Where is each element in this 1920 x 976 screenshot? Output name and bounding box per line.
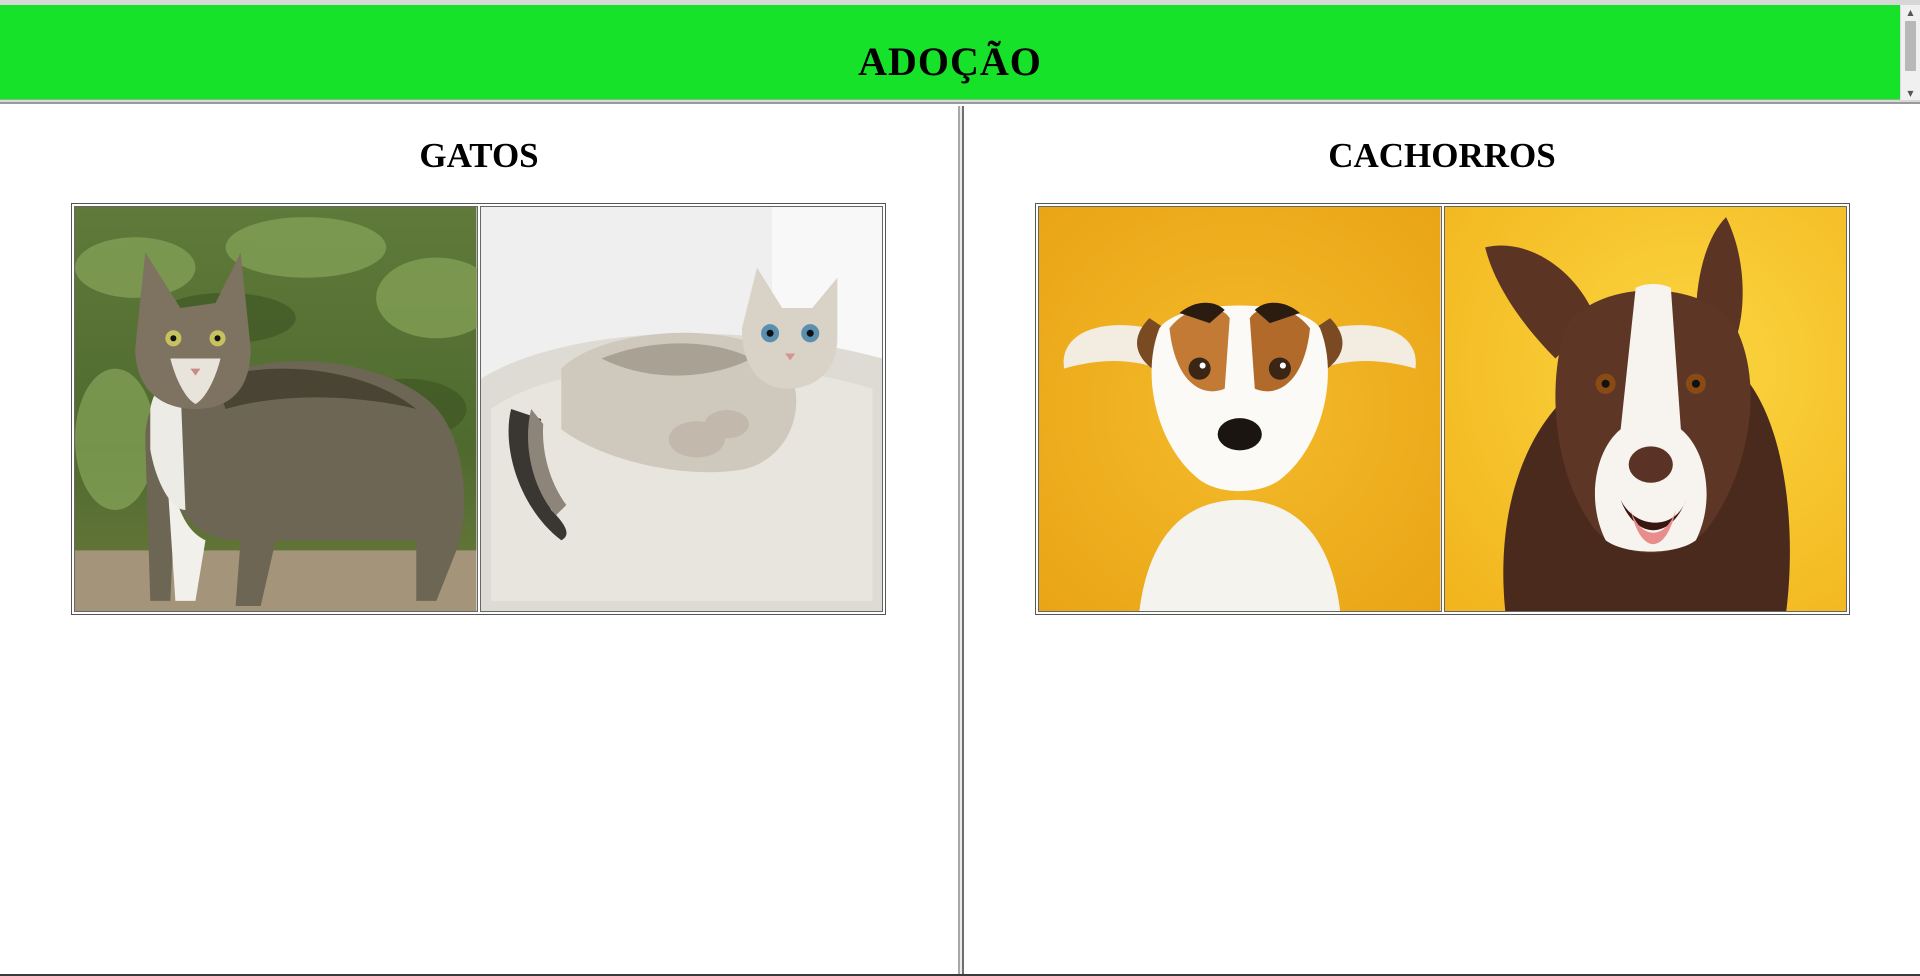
border-collie-image [1444, 207, 1846, 611]
scroll-up-arrow-icon[interactable]: ▲ [1901, 5, 1920, 19]
dogs-heading: CACHORROS [1328, 136, 1556, 175]
header-banner: ADOÇÃO [0, 5, 1900, 100]
cats-photo-table [71, 203, 886, 615]
dog-photo-collie [1443, 206, 1847, 612]
cat-photo-tabby [74, 206, 478, 612]
terrier-dog-image [1039, 207, 1441, 611]
dogs-photo-table [1035, 203, 1850, 615]
header-frame: ADOÇÃO ▲ ▼ [0, 0, 1920, 104]
scroll-thumb[interactable] [1905, 21, 1916, 71]
cats-frame: GATOS [0, 106, 958, 976]
header-scrollbar[interactable]: ▲ ▼ [1900, 5, 1920, 100]
kitten-image [480, 207, 882, 611]
dog-photo-terrier [1038, 206, 1442, 612]
scroll-down-arrow-icon[interactable]: ▼ [1901, 86, 1920, 100]
tabby-cat-image [75, 207, 477, 611]
cats-heading: GATOS [419, 136, 539, 175]
page-title: ADOÇÃO [858, 39, 1042, 84]
cat-photo-kitten [479, 206, 883, 612]
dogs-frame: CACHORROS [964, 106, 1920, 976]
